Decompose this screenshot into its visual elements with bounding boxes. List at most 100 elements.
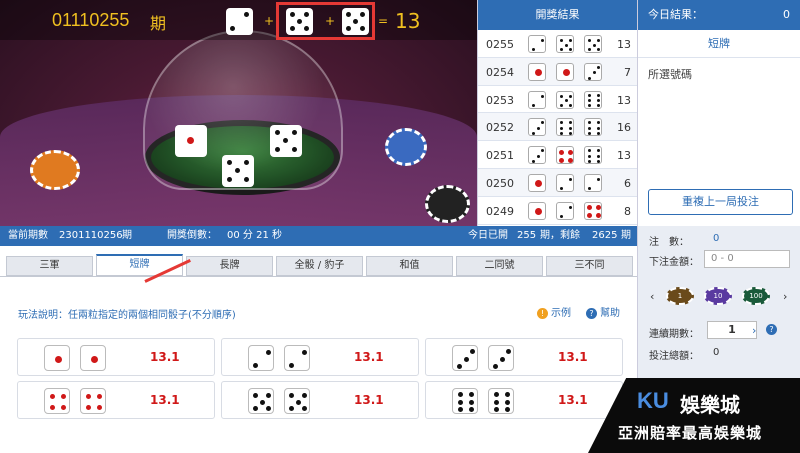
result-period: 0254 bbox=[486, 65, 514, 79]
result-die bbox=[584, 118, 602, 137]
result-sum: 13 bbox=[617, 38, 631, 51]
tab-sum[interactable]: 和值 bbox=[366, 256, 453, 276]
result-die bbox=[556, 35, 574, 53]
result-die bbox=[528, 90, 546, 109]
result-die bbox=[556, 146, 574, 165]
today-remaining-value: 2625 bbox=[592, 230, 618, 241]
bet-die bbox=[284, 345, 310, 371]
bet-odds: 13.1 bbox=[558, 350, 588, 364]
result-die bbox=[556, 173, 574, 192]
highlight-box bbox=[276, 2, 375, 40]
today-panel: 今日結果： 0 短牌 所選號碼 重複上一局投注 bbox=[637, 0, 800, 226]
current-period-value: 2301110256 bbox=[59, 230, 123, 241]
periods-stepper[interactable]: 1 bbox=[707, 321, 757, 339]
result-row: 0251 13 bbox=[478, 141, 637, 169]
today-mid-text: 期，剩餘 bbox=[540, 230, 580, 241]
bet-die bbox=[488, 388, 514, 414]
today-opened-label: 今日已開 bbox=[468, 230, 508, 241]
result-sum: 13 bbox=[617, 93, 631, 107]
info-icon: ! bbox=[537, 308, 548, 319]
chip-100[interactable]: 100 bbox=[742, 287, 770, 305]
tab-san-jun[interactable]: 三軍 bbox=[6, 256, 93, 276]
result-die bbox=[584, 146, 602, 165]
result-die bbox=[584, 35, 602, 53]
results-list: 0255 13 0254 7 0253 13 0252 16 0251 13 0250 6 0249 8 bbox=[478, 30, 637, 225]
help-icon: ? bbox=[586, 308, 597, 319]
bet-odds: 13.1 bbox=[354, 350, 384, 364]
chip-stack-left bbox=[30, 150, 80, 190]
results-title: 開獎結果 bbox=[478, 0, 637, 30]
amount-input[interactable]: 0 - 0 bbox=[704, 250, 790, 268]
result-die bbox=[556, 90, 574, 109]
tab-two-same[interactable]: 二同號 bbox=[456, 256, 543, 276]
bet-die bbox=[44, 345, 70, 371]
result-row: 0253 13 bbox=[478, 85, 637, 114]
result-die bbox=[584, 201, 602, 220]
chip-10[interactable]: 10 bbox=[704, 287, 732, 305]
bet-option-pair-2[interactable]: 13.1 bbox=[221, 338, 419, 376]
result-die bbox=[528, 201, 546, 220]
bowl-die-1 bbox=[175, 125, 207, 157]
total-value: 0 bbox=[713, 347, 720, 358]
ad-slogan: 亞洲賠率最高娛樂城 bbox=[618, 424, 763, 442]
chip-stack-right-black bbox=[425, 185, 470, 223]
bowl-die-3 bbox=[222, 155, 254, 187]
bet-option-pair-5[interactable]: 13.1 bbox=[221, 381, 419, 419]
result-die bbox=[528, 146, 546, 165]
countdown-value: 00 分 21 秒 bbox=[227, 230, 282, 241]
bet-die bbox=[44, 388, 70, 414]
result-sum: 7 bbox=[624, 65, 631, 79]
tab-three-diff[interactable]: 三不同 bbox=[546, 256, 633, 276]
tab-triple[interactable]: 全骰 / 豹子 bbox=[276, 256, 363, 276]
result-period: 0249 bbox=[486, 204, 514, 218]
today-header: 今日結果： 0 bbox=[638, 0, 800, 30]
equals-sign: = bbox=[378, 14, 389, 28]
countdown-label: 開獎倒數： bbox=[167, 230, 217, 241]
result-die bbox=[556, 118, 574, 137]
chip-right-arrow-icon[interactable]: › bbox=[783, 290, 787, 303]
help-label: 幫助 bbox=[600, 308, 620, 319]
result-period: 0252 bbox=[486, 121, 514, 135]
repeat-last-bet-button[interactable]: 重複上一局投注 bbox=[648, 189, 793, 215]
today-remaining-unit: 期 bbox=[621, 230, 631, 241]
plus-sign-1: + bbox=[264, 14, 275, 28]
bet-option-pair-1[interactable]: 13.1 bbox=[17, 338, 215, 376]
periods-increase-icon[interactable]: › bbox=[752, 324, 756, 337]
bet-odds: 13.1 bbox=[558, 393, 588, 407]
bet-die bbox=[284, 388, 310, 414]
current-period-label: 當前期數 bbox=[8, 230, 48, 241]
result-row: 0255 13 bbox=[478, 30, 637, 58]
result-sum: 8 bbox=[624, 204, 631, 218]
result-period: 0253 bbox=[486, 93, 514, 107]
result-row: 0254 7 bbox=[478, 57, 637, 86]
bet-option-pair-4[interactable]: 13.1 bbox=[17, 381, 215, 419]
today-tab[interactable]: 短牌 bbox=[638, 30, 800, 58]
bet-die bbox=[452, 388, 478, 414]
chip-left-arrow-icon[interactable]: ‹ bbox=[650, 290, 654, 303]
result-die-1 bbox=[226, 8, 253, 35]
bet-die bbox=[80, 345, 106, 371]
total-label: 投注總額： bbox=[649, 351, 699, 362]
result-die bbox=[528, 173, 546, 192]
info-bar: 當前期數 2301110256 期 開獎倒數： 00 分 21 秒 今日已開 2… bbox=[0, 226, 637, 246]
chip-1[interactable]: 1 bbox=[666, 287, 694, 305]
bet-die bbox=[452, 345, 478, 371]
result-die bbox=[528, 62, 546, 81]
tab-long-pair[interactable]: 長牌 bbox=[186, 256, 273, 276]
periods-label: 連續期數： bbox=[649, 329, 699, 340]
result-die bbox=[556, 201, 574, 220]
bet-odds: 13.1 bbox=[150, 350, 180, 364]
bet-option-pair-3[interactable]: 13.1 bbox=[425, 338, 623, 376]
bet-die bbox=[488, 345, 514, 371]
periods-help-icon[interactable]: ? bbox=[766, 324, 777, 335]
tab-short-pair[interactable]: 短牌 bbox=[96, 254, 183, 276]
bet-option-pair-6[interactable]: 13.1 bbox=[425, 381, 623, 419]
bet-die bbox=[248, 345, 274, 371]
help-link[interactable]: ? 幫助 bbox=[586, 304, 620, 319]
amount-label: 下注金額： bbox=[649, 257, 699, 268]
result-die bbox=[584, 173, 602, 192]
example-link[interactable]: ! 示例 bbox=[537, 304, 571, 319]
result-sum: 13 bbox=[617, 149, 631, 163]
ad-brand: 娛樂城 bbox=[680, 393, 740, 417]
bet-die bbox=[248, 388, 274, 414]
